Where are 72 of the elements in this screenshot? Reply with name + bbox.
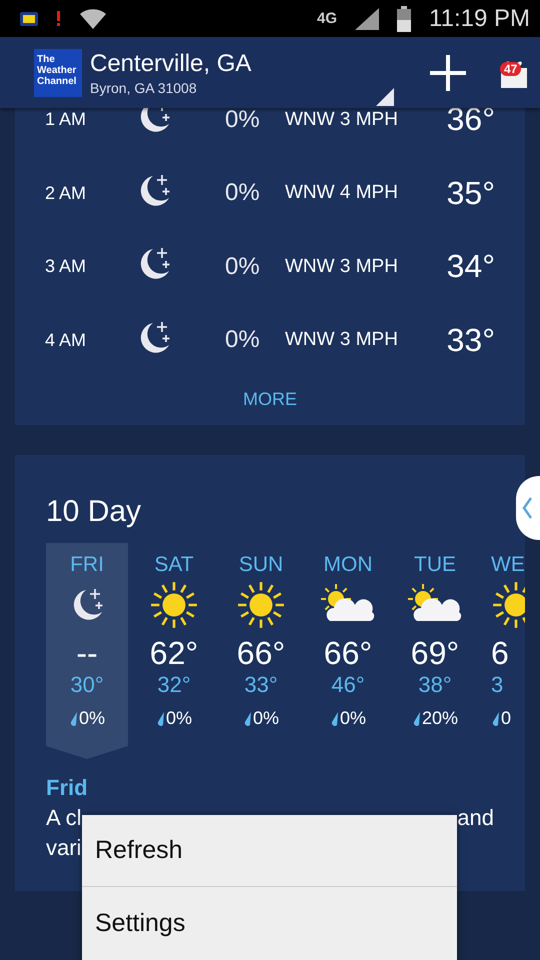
forecast-text: and — [457, 805, 494, 831]
day-name: FRI — [70, 553, 104, 577]
day-name: SUN — [238, 553, 284, 577]
day-name: MON — [324, 553, 372, 577]
more-link[interactable]: MORE — [235, 377, 305, 422]
sun-icon — [149, 580, 199, 630]
low-temperature: 3 — [491, 672, 504, 698]
precip-chance: 0% — [225, 326, 261, 354]
raindrop-icon — [242, 710, 252, 726]
raindrop-icon — [156, 710, 165, 726]
precip-chance: 0% — [78, 708, 105, 729]
menu-item[interactable]: Settings — [82, 887, 457, 959]
alert-icon — [56, 10, 61, 26]
signal-icon — [355, 8, 380, 30]
high-temperature: -- — [76, 635, 98, 672]
notification-badge: 47 — [500, 62, 522, 76]
precip-chance: 0% — [166, 708, 192, 729]
wifi-icon — [79, 8, 107, 30]
wind-speed: WNW 3 MPH — [285, 108, 399, 131]
high-temperature: 66° — [236, 635, 286, 672]
precip-chance: 0 — [501, 708, 512, 729]
raindrop-icon — [412, 710, 421, 726]
wind-speed: WNW 4 MPH — [285, 182, 399, 204]
chevron-left-icon — [522, 497, 532, 519]
app-logo: The Weather Channel — [34, 48, 82, 96]
precip-chance: 0% — [252, 708, 279, 729]
precip-chance: 0% — [340, 708, 366, 729]
precip-chance: 0% — [225, 108, 261, 134]
high-temperature: 6 — [491, 635, 509, 672]
section-title: 10 Day — [45, 494, 142, 530]
day-name: SAT — [154, 553, 194, 577]
sun-icon — [236, 580, 286, 630]
low-temperature: 33° — [244, 672, 278, 698]
location-title: Centerville, GA — [90, 50, 252, 78]
day-name: TUE — [414, 553, 456, 577]
high-temperature: 66° — [324, 635, 372, 672]
hour-label: 4 AM — [45, 330, 88, 351]
tag-icon — [20, 12, 38, 26]
hour-label: 2 AM — [45, 182, 88, 204]
dropdown-corner-icon[interactable] — [376, 88, 394, 106]
low-temperature: 38° — [418, 672, 452, 698]
low-temperature: 32° — [157, 672, 191, 698]
raindrop-icon — [491, 710, 500, 726]
day-name: WE — [491, 553, 525, 577]
precip-chance: 0% — [225, 252, 261, 281]
day-column-highlight[interactable]: FRI -- 30° 0% — [46, 543, 128, 759]
battery-icon — [397, 6, 412, 32]
wind-speed: WNW 3 MPH — [285, 256, 399, 278]
wind-speed: WNW 3 MPH — [285, 329, 399, 352]
hour-label: 3 AM — [45, 256, 88, 278]
gift-button[interactable]: 47 — [498, 56, 530, 90]
hour-label: 1 AM — [45, 109, 88, 130]
hour-temperature: 34° — [446, 248, 495, 286]
precip-chance: 20% — [422, 708, 458, 729]
network-type: 4G — [317, 10, 338, 27]
high-temperature: 62° — [150, 635, 198, 672]
forecast-text: vari — [46, 835, 82, 861]
precip-chance: 0% — [225, 179, 261, 208]
menu-item[interactable]: Refresh — [82, 815, 457, 887]
hour-temperature: 35° — [446, 174, 495, 212]
hour-temperature: 36° — [446, 108, 495, 138]
low-temperature: 30° — [70, 672, 104, 698]
add-button[interactable] — [428, 52, 468, 92]
forecast-text: A cl — [46, 805, 82, 831]
low-temperature: 46° — [331, 672, 365, 698]
high-temperature: 69° — [410, 635, 460, 672]
raindrop-icon — [68, 710, 78, 726]
hour-temperature: 33° — [446, 322, 495, 359]
forecast-heading: Frid — [46, 775, 89, 801]
raindrop-icon — [330, 710, 339, 726]
clock: 11:19 PM — [429, 4, 530, 32]
location-subtitle: Byron, GA 31008 — [90, 80, 198, 96]
